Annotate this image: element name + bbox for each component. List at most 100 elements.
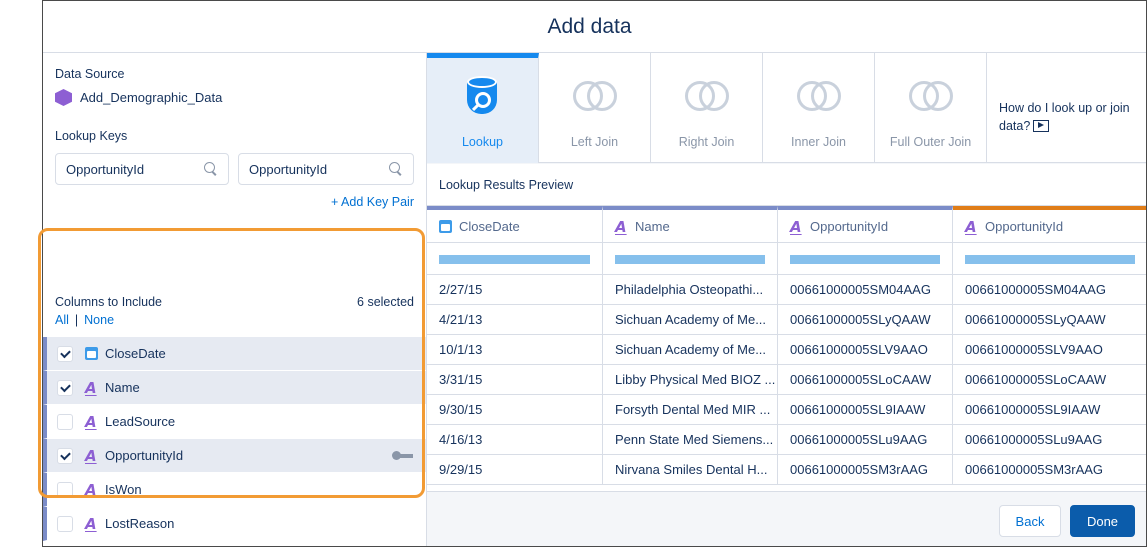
distribution-bar bbox=[778, 243, 953, 274]
column-header-label: OpportunityId bbox=[810, 219, 889, 234]
text-type-icon: A bbox=[790, 217, 802, 236]
select-none-link[interactable]: None bbox=[84, 313, 114, 327]
table-cell: 00661000005SM3rAAG bbox=[953, 455, 1146, 484]
left-panel: Data Source Add_Demographic_Data Lookup … bbox=[43, 53, 427, 546]
table-cell: 00661000005SLu9AAG bbox=[953, 425, 1146, 454]
join-tile-label: Left Join bbox=[570, 135, 619, 149]
join-tile-lookup[interactable]: Lookup bbox=[427, 53, 539, 163]
join-tile-full-outer-join[interactable]: Full Outer Join bbox=[875, 53, 987, 163]
dialog-title: Add data bbox=[547, 14, 632, 38]
lookup-key-right-field[interactable]: OpportunityId bbox=[238, 153, 414, 185]
venn-icon bbox=[908, 81, 953, 111]
search-icon bbox=[204, 162, 218, 176]
columns-header: Columns to Include 6 selected bbox=[55, 295, 414, 309]
distribution-bar bbox=[953, 243, 1146, 274]
table-row: 10/1/13 Sichuan Academy of Me... 0066100… bbox=[427, 335, 1146, 365]
column-row-closedate[interactable]: CloseDate bbox=[43, 337, 426, 371]
join-help-text: How do I look up or join data? bbox=[999, 100, 1130, 133]
table-cell: 00661000005SM04AAG bbox=[953, 275, 1146, 304]
column-checkbox[interactable] bbox=[57, 481, 73, 498]
table-cell: 2/27/15 bbox=[427, 275, 603, 304]
search-icon bbox=[389, 162, 403, 176]
table-row: 3/31/15 Libby Physical Med BIOZ ... 0066… bbox=[427, 365, 1146, 395]
columns-to-include-panel: Columns to Include 6 selected All | None C… bbox=[43, 285, 426, 546]
text-type-icon: A bbox=[85, 480, 97, 499]
link-separator: | bbox=[74, 313, 79, 327]
venn-icon bbox=[572, 81, 617, 111]
text-type-icon: A bbox=[85, 446, 97, 465]
table-cell: 3/31/15 bbox=[427, 365, 603, 394]
join-tile-label: Lookup bbox=[461, 135, 503, 149]
table-cell: 00661000005SL9IAAW bbox=[953, 395, 1146, 424]
column-header-label: Name bbox=[635, 219, 670, 234]
table-cell: 4/16/13 bbox=[427, 425, 603, 454]
column-list: CloseDate A Name A LeadSource A Opportun… bbox=[43, 337, 426, 541]
data-source: Add_Demographic_Data bbox=[55, 89, 222, 106]
join-tile-right-join[interactable]: Right Join bbox=[651, 53, 763, 163]
table-cell: 00661000005SLV9AAO bbox=[953, 335, 1146, 364]
table-cell: 00661000005SLu9AAG bbox=[778, 425, 953, 454]
column-checkbox[interactable] bbox=[57, 379, 73, 396]
column-checkbox[interactable] bbox=[57, 413, 73, 430]
table-cell: Libby Physical Med BIOZ ... bbox=[603, 365, 778, 394]
dialog-header: Add data bbox=[43, 1, 1146, 53]
distribution-bar bbox=[603, 243, 778, 274]
join-tile-left-join[interactable]: Left Join bbox=[539, 53, 651, 163]
lookup-keys-label: Lookup Keys bbox=[55, 129, 128, 143]
text-type-icon: A bbox=[85, 378, 97, 397]
lookup-key-left-field[interactable]: OpportunityId bbox=[55, 153, 229, 185]
column-header-label: CloseDate bbox=[459, 219, 520, 234]
table-cell: 00661000005SLoCAAW bbox=[953, 365, 1146, 394]
select-links: All | None bbox=[55, 313, 114, 327]
text-type-icon: A bbox=[85, 514, 97, 533]
table-header: CloseDate A Name A OpportunityId A Oppor… bbox=[427, 206, 1146, 243]
column-row-leadsource[interactable]: A LeadSource bbox=[43, 405, 426, 439]
right-panel: Lookup Left Join Right Join Inner Join F… bbox=[427, 53, 1146, 546]
column-row-iswon[interactable]: A IsWon bbox=[43, 473, 426, 507]
table-cell: Penn State Med Siemens... bbox=[603, 425, 778, 454]
table-row: 9/29/15 Nirvana Smiles Dental H... 00661… bbox=[427, 455, 1146, 485]
lookup-key-right-value: OpportunityId bbox=[249, 161, 328, 177]
join-help-link[interactable]: How do I look up or join data? bbox=[987, 53, 1146, 162]
column-row-name[interactable]: A Name bbox=[43, 371, 426, 405]
join-tile-label: Right Join bbox=[678, 135, 735, 149]
column-checkbox[interactable] bbox=[57, 515, 73, 532]
text-type-icon: A bbox=[615, 217, 627, 236]
table-cell: 10/1/13 bbox=[427, 335, 603, 364]
data-source-name: Add_Demographic_Data bbox=[80, 90, 223, 105]
column-checkbox[interactable] bbox=[57, 345, 73, 362]
table-cell: Nirvana Smiles Dental H... bbox=[603, 455, 778, 484]
calendar-icon bbox=[439, 220, 452, 233]
column-row-opportunityid[interactable]: A OpportunityId bbox=[43, 439, 426, 473]
column-row-lostreason[interactable]: A LostReason bbox=[43, 507, 426, 541]
join-type-bar: Lookup Left Join Right Join Inner Join F… bbox=[427, 53, 1146, 163]
key-icon bbox=[392, 451, 414, 460]
column-header: A Name bbox=[603, 206, 778, 243]
lookup-key-left-value: OpportunityId bbox=[66, 161, 145, 177]
back-button[interactable]: Back bbox=[999, 505, 1061, 537]
video-play-icon bbox=[1033, 119, 1050, 132]
table-cell: Sichuan Academy of Me... bbox=[603, 335, 778, 364]
table-cell: 00661000005SL9IAAW bbox=[778, 395, 953, 424]
column-checkbox[interactable] bbox=[57, 447, 73, 464]
column-name: Name bbox=[105, 380, 140, 395]
venn-icon bbox=[796, 81, 841, 111]
table-cell: Philadelphia Osteopathi... bbox=[603, 275, 778, 304]
column-name: LostReason bbox=[105, 516, 175, 531]
table-cell: 00661000005SM3rAAG bbox=[778, 455, 953, 484]
text-type-icon: A bbox=[85, 412, 97, 431]
join-tile-inner-join[interactable]: Inner Join bbox=[763, 53, 875, 163]
select-all-link[interactable]: All bbox=[55, 313, 69, 327]
table-cell: Forsyth Dental Med MIR ... bbox=[603, 395, 778, 424]
table-cell: Sichuan Academy of Me... bbox=[603, 305, 778, 334]
join-tile-label: Inner Join bbox=[791, 135, 846, 149]
table-cell: 00661000005SLoCAAW bbox=[778, 365, 953, 394]
add-key-pair-link[interactable]: + Add Key Pair bbox=[331, 195, 414, 209]
data-source-label: Data Source bbox=[55, 67, 125, 81]
database-search-icon bbox=[465, 76, 501, 122]
text-type-icon: A bbox=[965, 217, 977, 236]
column-header: A OpportunityId bbox=[953, 206, 1146, 243]
column-name: CloseDate bbox=[105, 346, 166, 361]
venn-icon bbox=[684, 81, 729, 111]
done-button[interactable]: Done bbox=[1070, 505, 1135, 537]
